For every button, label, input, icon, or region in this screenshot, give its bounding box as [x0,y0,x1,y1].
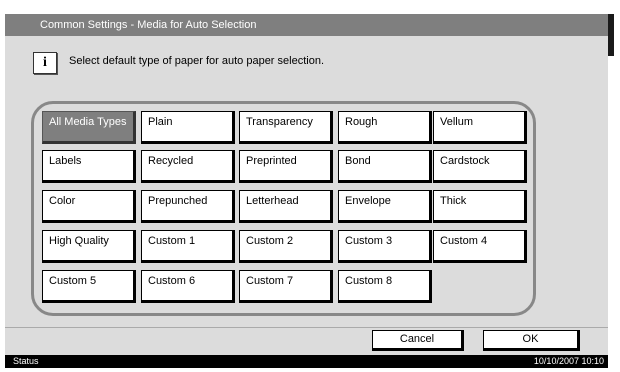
media-button-all-media-types[interactable]: All Media Types [42,111,136,144]
title-bar: Common Settings - Media for Auto Selecti… [5,14,608,36]
media-button-color[interactable]: Color [42,190,136,223]
media-button-plain[interactable]: Plain [141,111,235,144]
media-button-thick[interactable]: Thick [433,190,527,223]
media-button-custom-3[interactable]: Custom 3 [338,230,432,263]
info-icon: i [33,52,57,74]
cancel-button[interactable]: Cancel [372,330,464,351]
media-button-bond[interactable]: Bond [338,150,432,183]
media-button-vellum[interactable]: Vellum [433,111,527,144]
media-button-prepunched[interactable]: Prepunched [141,190,235,223]
status-bar: Status 10/10/2007 10:10 [5,355,608,368]
media-button-recycled[interactable]: Recycled [141,150,235,183]
media-button-custom-5[interactable]: Custom 5 [42,270,136,303]
media-button-custom-2[interactable]: Custom 2 [239,230,333,263]
media-button-custom-7[interactable]: Custom 7 [239,270,333,303]
media-button-custom-6[interactable]: Custom 6 [141,270,235,303]
right-edge-bar [608,14,614,56]
media-button-custom-1[interactable]: Custom 1 [141,230,235,263]
info-message: Select default type of paper for auto pa… [69,55,324,67]
media-button-custom-8[interactable]: Custom 8 [338,270,432,303]
datetime: 10/10/2007 10:10 [533,356,604,366]
media-button-labels[interactable]: Labels [42,150,136,183]
media-button-cardstock[interactable]: Cardstock [433,150,527,183]
page-title: Common Settings - Media for Auto Selecti… [40,19,257,31]
screen: Common Settings - Media for Auto Selecti… [5,14,608,368]
media-button-rough[interactable]: Rough [338,111,432,144]
footer-divider [5,327,608,328]
ok-button[interactable]: OK [483,330,580,351]
status-label[interactable]: Status [13,355,39,368]
media-button-high-quality[interactable]: High Quality [42,230,136,263]
media-button-transparency[interactable]: Transparency [239,111,333,144]
media-button-preprinted[interactable]: Preprinted [239,150,333,183]
media-button-envelope[interactable]: Envelope [338,190,432,223]
media-button-custom-4[interactable]: Custom 4 [433,230,527,263]
media-button-letterhead[interactable]: Letterhead [239,190,333,223]
